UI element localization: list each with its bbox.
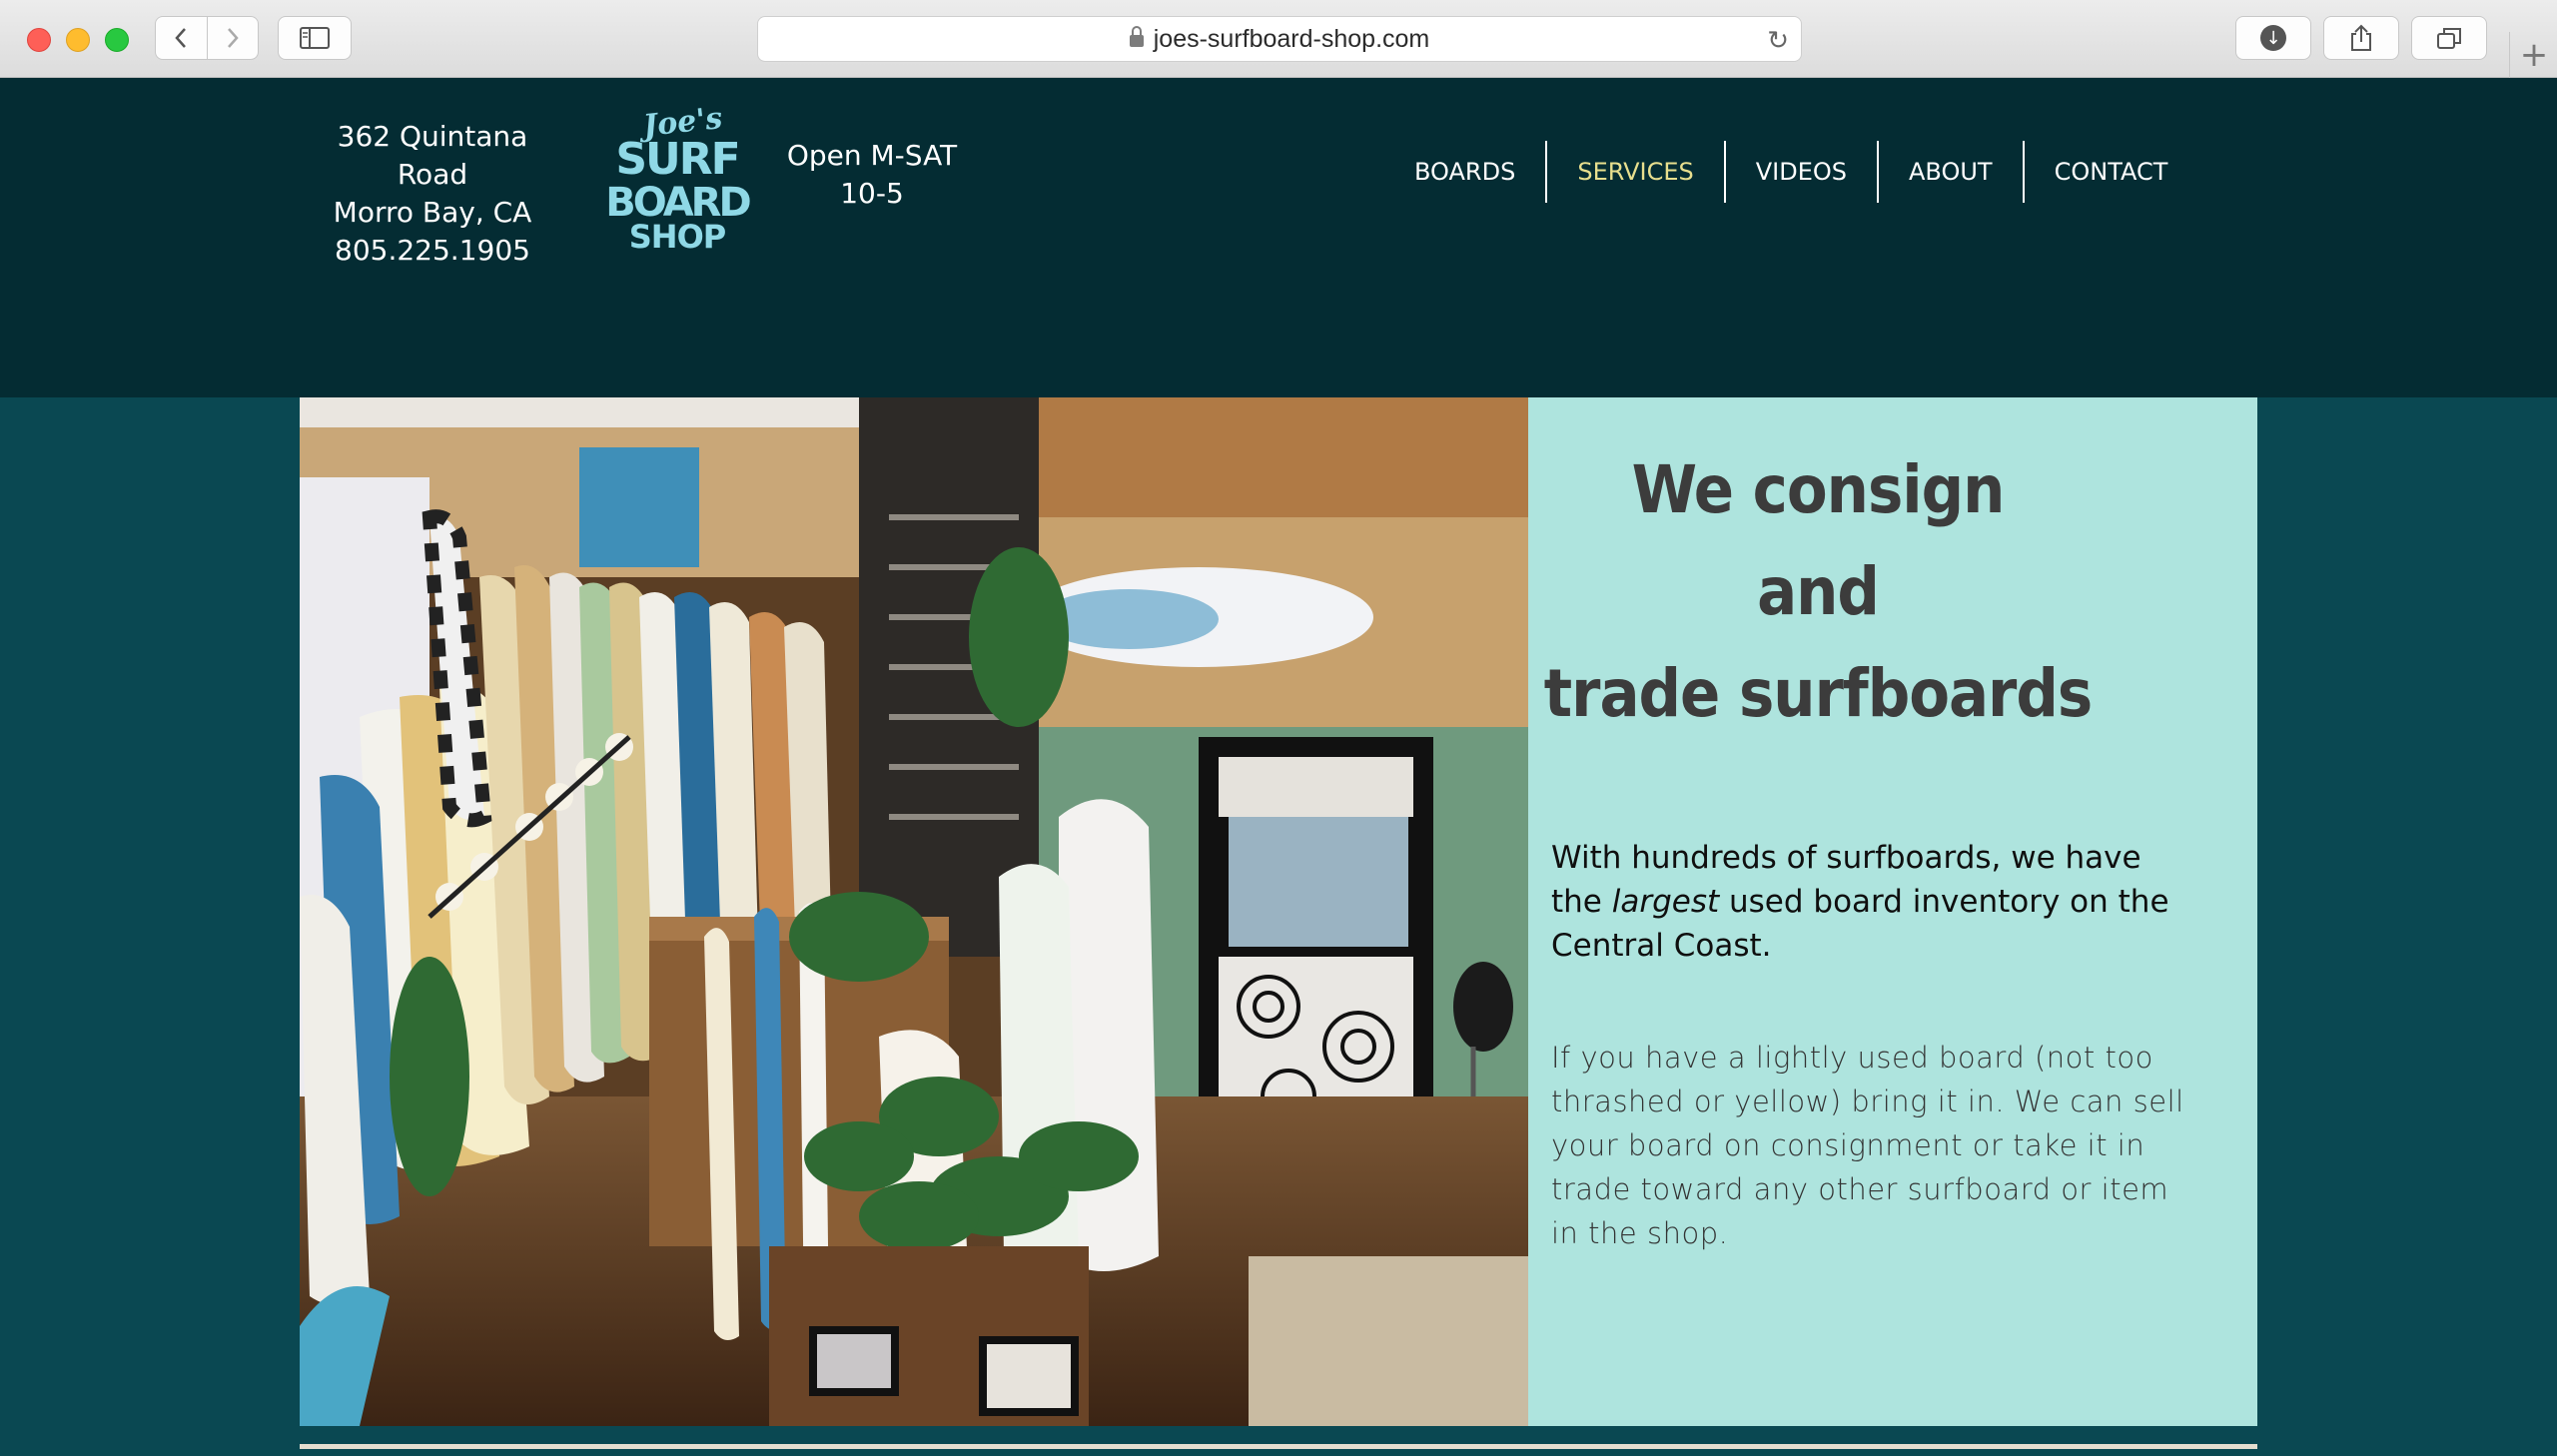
shop-address: 362 Quintana Road Morro Bay, CA 805.225.… [300,118,565,270]
headline-line: and [1757,553,1880,630]
browser-toolbar: joes-surfboard-shop.com ↻ ↓ + [0,0,2557,78]
chevron-right-icon [227,28,239,48]
new-tab-button[interactable]: + [2509,32,2557,78]
site-header: 362 Quintana Road Morro Bay, CA 805.225.… [0,78,2557,397]
lead-paragraph: With hundreds of surfboards, we have the… [1551,836,2190,968]
logo-text-shop: SHOP [629,218,726,254]
store-hours: Open M-SAT 10-5 [779,137,965,213]
minimize-window-button[interactable] [66,28,90,52]
lock-icon [1129,26,1144,47]
headline-line: We consign [1631,451,2006,528]
reload-icon[interactable]: ↻ [1767,25,1789,56]
phone-number[interactable]: 805.225.1905 [300,232,565,270]
headline-line: trade surfboards [1543,655,2093,732]
plus-icon: + [2519,35,2549,75]
sidebar-toggle-button[interactable] [278,16,352,60]
nav-item-about[interactable]: ABOUT [1877,141,2023,203]
logo-text-surf: SURF [615,134,738,185]
consignment-paragraph: If you have a lightly used board (not to… [1551,1041,2184,1250]
address-bar[interactable]: joes-surfboard-shop.com ↻ [757,16,1802,62]
address-street: 362 Quintana Road [337,120,528,191]
nav-item-boards[interactable]: BOARDS [1384,141,1545,203]
address-city: Morro Bay, CA [333,196,532,229]
sidebar-icon [300,27,330,49]
forward-button[interactable] [208,17,259,59]
url-text: joes-surfboard-shop.com [1153,24,1430,53]
history-nav [155,16,259,60]
page-headline: We consign and trade surfboards [1528,439,2108,745]
nav-item-contact[interactable]: CONTACT [2022,141,2198,203]
download-icon: ↓ [2260,25,2286,51]
chevron-left-icon [175,28,187,48]
section-divider [300,1444,2257,1449]
shop-interior-photo [300,397,1528,1426]
downloads-button[interactable]: ↓ [2235,16,2311,60]
lead-emphasis: largest [1611,884,1720,920]
back-button[interactable] [156,17,208,59]
zoom-window-button[interactable] [105,28,129,52]
tab-overview-button[interactable] [2411,16,2487,60]
shop-logo[interactable]: Joe's SURF BOARD SHOP [597,104,757,254]
nav-item-services[interactable]: SERVICES [1545,141,1723,203]
share-button[interactable] [2323,16,2399,60]
hours-days: Open M-SAT [786,139,958,172]
hours-time: 10-5 [840,177,904,210]
nav-item-videos[interactable]: VIDEOS [1723,141,1877,203]
share-icon [2351,24,2371,51]
main-nav: BOARDS SERVICES VIDEOS ABOUT CONTACT [1384,141,2197,203]
close-window-button[interactable] [27,28,51,52]
tabs-icon [2437,28,2461,49]
